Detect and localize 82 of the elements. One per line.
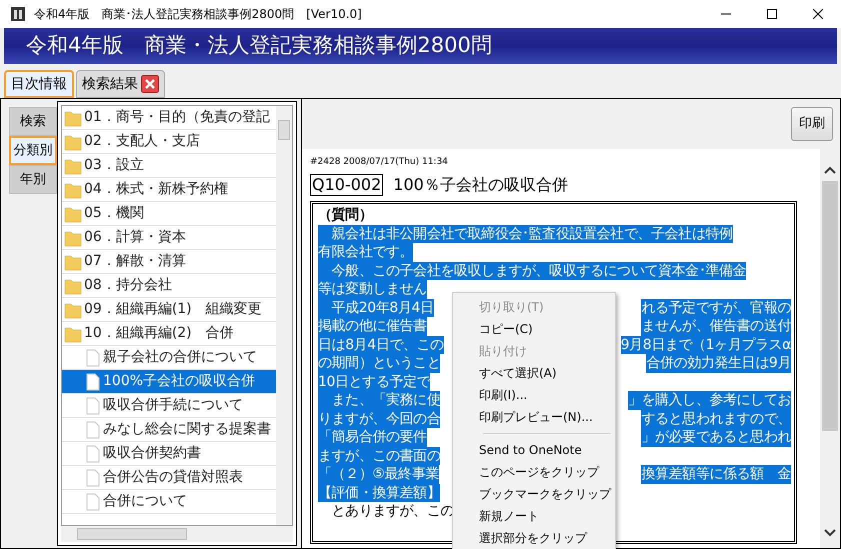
tree-item[interactable]: みなし総会に関する提案書 <box>62 418 276 442</box>
question-text: 平成20年8月4日 <box>318 298 434 317</box>
question-text: れる予定ですが、官報の <box>641 298 791 317</box>
tree-item[interactable]: 03．設立 <box>62 154 276 178</box>
folder-icon <box>64 204 82 222</box>
scroll-down-icon[interactable] <box>823 528 837 538</box>
menu-item[interactable]: コピー(C) <box>453 318 615 340</box>
post-meta: #2428 2008/07/17(Thu) 11:34 <box>310 156 449 169</box>
question-text: 」を購入し、参考にしてお <box>628 391 791 410</box>
document-icon <box>86 396 100 414</box>
side-tab[interactable]: 検索 <box>9 107 57 136</box>
vertical-scrollbar[interactable] <box>820 149 840 548</box>
document-icon <box>86 372 100 390</box>
tab[interactable]: 目次情報 <box>4 70 74 98</box>
close-icon[interactable] <box>141 75 159 93</box>
print-button[interactable]: 印刷 <box>791 107 833 141</box>
question-text: 9月8日まで（1ヶ月プラスα <box>620 336 791 354</box>
question-text: 有限会社です。 <box>318 243 414 262</box>
side-tab[interactable]: 分類別 <box>9 136 57 165</box>
question-text: 親会社は非公開会社で取締役会･監査役設置会社で、子会社は特例 <box>318 224 733 243</box>
menu-item[interactable]: 選択部分をクリップ <box>453 527 615 549</box>
tree-item[interactable]: 親子会社の合併について <box>62 346 276 370</box>
tree-item[interactable]: 04．株式・新株予約権 <box>62 178 276 202</box>
tree-item[interactable]: 09．組織再編(1) 組織変更 <box>62 298 276 322</box>
app-icon <box>10 6 26 22</box>
question-code: Q10-002 <box>310 174 384 196</box>
vertical-scrollbar[interactable] <box>276 106 292 525</box>
folder-icon <box>64 108 82 126</box>
menu-item[interactable]: 新規ノート <box>453 505 615 527</box>
horizontal-scrollbar[interactable] <box>61 526 293 542</box>
question-text: 換算差額等に係る額 金 <box>641 465 791 484</box>
tree-item[interactable]: 02．支配人・支店 <box>62 130 276 154</box>
question-text: の期間）ということ <box>318 354 440 372</box>
folder-icon <box>64 324 82 342</box>
question-text: 」が必要であると思われ <box>641 428 791 446</box>
question-text: 10日とする予定で <box>318 372 430 391</box>
header-title: 令和4年版 商業・法人登記実務相談事例2800問 <box>26 32 492 60</box>
tree-item[interactable]: 01．商号・目的（免責の登記 <box>62 106 276 130</box>
document-icon <box>86 468 100 486</box>
question-text: 今般、この子会社を吸収しますが、吸収するについて資本金･準備金 <box>318 262 746 280</box>
tree-item[interactable]: 06．計算・資本 <box>62 226 276 250</box>
folder-icon <box>64 300 82 318</box>
question-text: 【評価・換算差額】 <box>318 484 440 502</box>
question-text: ませんが、催告書の送付 <box>641 317 791 336</box>
question-text: 「（２）⑤最終事業 <box>318 465 439 484</box>
question-text: 「簡易合併の要件 <box>318 428 427 446</box>
tree-item[interactable]: 100%子会社の吸収合併 <box>62 370 276 394</box>
folder-icon <box>64 156 82 174</box>
document-icon <box>86 492 100 510</box>
window-title: 令和4年版 商業･法人登記実務相談事例2800問 [Ver10.0] <box>34 6 362 23</box>
folder-icon <box>64 228 82 246</box>
side-tab[interactable]: 年別 <box>9 165 57 194</box>
question-text: 日は8月4日で、この <box>318 336 444 354</box>
question-text: すると思われますので、 <box>641 410 791 428</box>
question-text: ますが、この書面の <box>318 446 440 465</box>
menu-item[interactable]: 印刷プレビュー(N)... <box>453 406 615 428</box>
document-icon <box>86 444 100 462</box>
menu-item[interactable]: 印刷(I)... <box>453 384 615 406</box>
question-text: また、「実務に使 <box>318 391 440 410</box>
question-title: 100％子会社の吸収合併 <box>393 174 568 196</box>
question-text: 合併の効力発生日は9月 <box>646 354 791 372</box>
tree-item[interactable]: 吸収合併手続について <box>62 394 276 418</box>
folder-icon <box>64 252 82 270</box>
tree-item[interactable]: 合併公告の貸借対照表 <box>62 466 276 490</box>
document-icon <box>86 348 100 366</box>
scroll-up-icon[interactable] <box>823 165 837 175</box>
question-text: 掲載の他に催告書 <box>318 317 427 336</box>
folder-icon <box>64 132 82 150</box>
question-text: りますが、今回の合 <box>318 410 440 428</box>
maximize-icon <box>767 9 777 19</box>
tree-item[interactable]: 08．持分会社 <box>62 274 276 298</box>
menu-item[interactable]: すべて選択(A) <box>453 362 615 384</box>
folder-icon <box>64 180 82 198</box>
tab[interactable]: 検索結果 <box>76 70 165 98</box>
question-text: （質問） <box>318 206 372 224</box>
menu-item[interactable]: Send to OneNote <box>453 439 615 461</box>
menu-item[interactable]: ブックマークをクリップ <box>453 483 615 505</box>
document-icon <box>86 420 100 438</box>
question-text: 等は変動しません <box>318 280 427 298</box>
folder-icon <box>64 276 82 294</box>
menu-item[interactable]: このページをクリップ <box>453 461 615 483</box>
close-icon <box>813 9 823 19</box>
